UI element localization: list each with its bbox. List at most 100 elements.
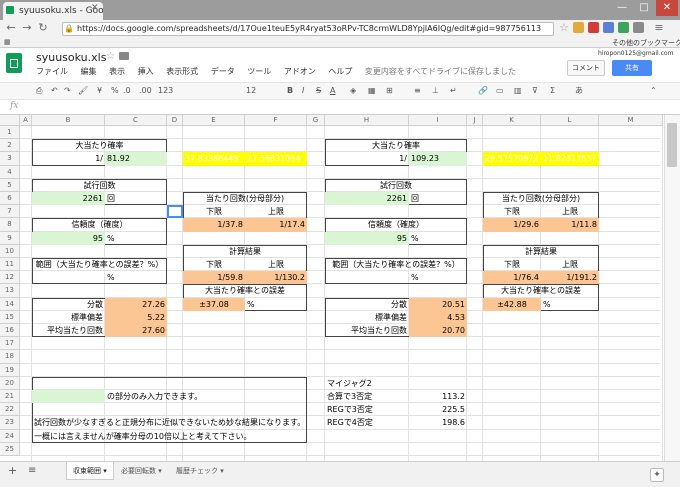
back-icon[interactable]: ← [4, 21, 18, 34]
menu-insert[interactable]: 挿入 [138, 67, 154, 76]
row-header[interactable]: 11 [0, 258, 20, 272]
row-header[interactable]: 20 [0, 376, 20, 390]
row-header[interactable]: 22 [0, 403, 20, 417]
row-header[interactable]: 15 [0, 310, 20, 324]
sheet-tab-1[interactable]: 収束範囲 ▾ [66, 462, 114, 480]
undo-icon[interactable]: ↶ [51, 85, 58, 97]
column-header[interactable]: M [599, 115, 663, 126]
row-header[interactable]: 4 [0, 165, 20, 179]
collapse-menus-icon[interactable]: ⌃ [650, 85, 657, 97]
row-header[interactable]: 1 [0, 126, 20, 140]
sheet-tab-3[interactable]: 履歴チェック ▾ [170, 462, 230, 480]
row-header[interactable]: 13 [0, 284, 20, 298]
chrome-menu-icon[interactable]: ≡ [652, 21, 666, 34]
column-header[interactable]: G [307, 115, 325, 126]
menu-help[interactable]: ヘルプ [328, 67, 352, 76]
decrease-decimal-button[interactable]: .0 [123, 85, 131, 97]
more-formats-button[interactable]: 123 [158, 85, 173, 97]
add-sheet-icon[interactable]: + [8, 464, 17, 477]
menu-format[interactable]: 表示形式 [166, 67, 198, 76]
increase-decimal-button[interactable]: .00 [139, 85, 152, 97]
star-icon[interactable]: ☆ [106, 51, 115, 62]
extension-icon[interactable] [588, 22, 599, 33]
menu-addons[interactable]: アドオン [284, 67, 316, 76]
functions-icon[interactable]: Σ [550, 85, 555, 97]
insert-chart-icon[interactable]: ▥ [514, 85, 522, 97]
vertical-align-icon[interactable]: ⊥ [432, 85, 439, 97]
forward-icon[interactable]: → [20, 21, 34, 34]
all-sheets-icon[interactable]: ≡ [28, 465, 36, 476]
row-header[interactable]: 16 [0, 324, 20, 338]
row-header[interactable]: 19 [0, 363, 20, 377]
column-header[interactable]: E [183, 115, 245, 126]
column-header[interactable]: B [32, 115, 105, 126]
bold-button[interactable]: B [287, 85, 293, 97]
extension-icon[interactable] [618, 22, 629, 33]
row-header[interactable]: 10 [0, 244, 20, 258]
font-size-select[interactable]: 12 [246, 85, 256, 97]
bookmark-star-icon[interactable]: ☆ [557, 21, 571, 34]
menu-edit[interactable]: 編集 [81, 67, 97, 76]
column-header[interactable]: A [20, 115, 32, 126]
extension-icon[interactable] [633, 22, 644, 33]
row-header[interactable]: 18 [0, 350, 20, 364]
insert-comment-icon[interactable]: ▭ [496, 85, 504, 97]
address-bar[interactable]: https://docs.google.com/spreadsheets/d/1… [62, 22, 554, 36]
menu-view[interactable]: 表示 [109, 67, 125, 76]
comments-button[interactable]: コメント [567, 60, 605, 76]
text-wrap-icon[interactable]: ↵ [450, 85, 457, 97]
row-header[interactable]: 8 [0, 218, 20, 232]
minimize-icon[interactable]: — [612, 0, 632, 16]
row-header[interactable]: 23 [0, 416, 20, 430]
corner-header[interactable] [0, 115, 20, 126]
explore-icon[interactable]: ✦ [650, 468, 664, 482]
sheet-tab-2[interactable]: 必要回転数 ▾ [115, 462, 168, 480]
column-header[interactable]: K [483, 115, 541, 126]
row-header[interactable]: 7 [0, 205, 20, 219]
tab-close-icon[interactable]: ✕ [91, 3, 99, 13]
window-close-icon[interactable]: ✕ [656, 0, 678, 16]
folder-icon[interactable] [119, 52, 129, 60]
share-button[interactable]: 共有 [612, 60, 652, 76]
column-header[interactable]: F [245, 115, 307, 126]
browser-tab[interactable]: syuusoku.xls - Goo [3, 2, 103, 20]
sheets-logo-icon[interactable] [6, 53, 22, 73]
column-header[interactable]: D [167, 115, 183, 126]
row-header[interactable]: 21 [0, 390, 20, 404]
print-icon[interactable]: ⎙ [36, 85, 42, 97]
italic-button[interactable]: I [302, 85, 304, 97]
row-header[interactable]: 9 [0, 231, 20, 245]
column-header[interactable]: H [325, 115, 409, 126]
row-header[interactable]: 6 [0, 192, 20, 206]
scrollbar-thumb[interactable] [667, 123, 677, 167]
formula-bar[interactable] [0, 100, 680, 115]
reload-icon[interactable]: ↻ [36, 21, 50, 34]
insert-link-icon[interactable]: 🔗 [478, 85, 488, 97]
spreadsheet-grid[interactable]: A B C D E F G H I J K L M 1 2 3 4 5 6 7 8 9 10 11 12 13 14 15 16 17 18… [0, 115, 664, 461]
document-title[interactable]: syuusoku.xls [36, 51, 106, 64]
column-header[interactable]: J [467, 115, 483, 126]
row-header[interactable]: 14 [0, 297, 20, 311]
apps-icon[interactable]: ▦ [4, 38, 11, 46]
menu-data[interactable]: データ [211, 67, 235, 76]
selected-cell[interactable] [167, 205, 183, 219]
column-header[interactable]: L [541, 115, 599, 126]
row-header[interactable]: 5 [0, 178, 20, 192]
horizontal-align-icon[interactable]: ≡ [414, 85, 421, 97]
save-status[interactable]: 変更内容をすべてドライブに保存しました [365, 67, 516, 76]
paint-format-icon[interactable]: 🖌 [78, 85, 88, 97]
row-header[interactable]: 3 [0, 152, 20, 166]
extension-icon[interactable] [573, 22, 584, 33]
text-color-button[interactable]: A [330, 85, 335, 97]
column-header[interactable]: I [409, 115, 467, 126]
redo-icon[interactable]: ↷ [64, 85, 71, 97]
merge-cells-icon[interactable]: ⊞ [386, 85, 393, 97]
input-legend-swatch[interactable] [32, 390, 105, 404]
row-header[interactable]: 25 [0, 442, 20, 456]
row-header[interactable]: 2 [0, 139, 20, 153]
extension-icon[interactable] [603, 22, 614, 33]
row-header[interactable]: 17 [0, 337, 20, 351]
menu-tools[interactable]: ツール [247, 67, 271, 76]
column-header[interactable]: C [105, 115, 167, 126]
input-tools-button[interactable]: あ [575, 85, 583, 97]
